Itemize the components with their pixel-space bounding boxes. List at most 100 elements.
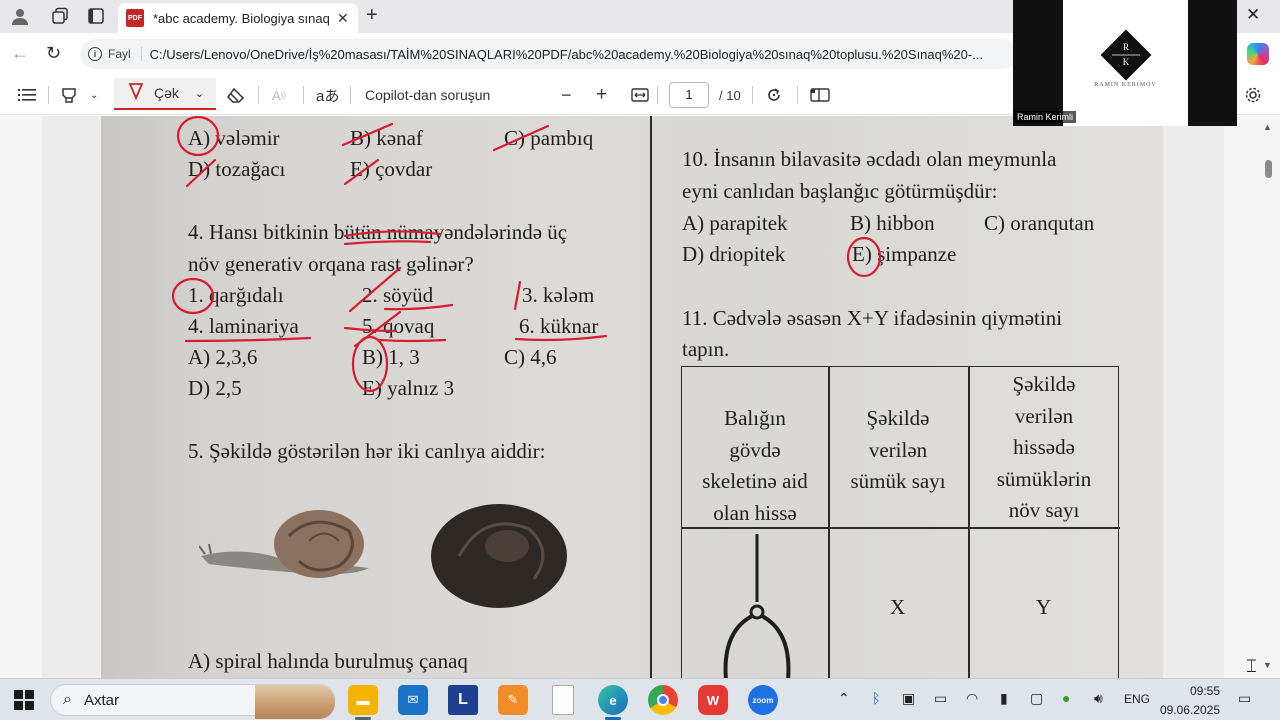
battery-icon[interactable]: ▭ [934, 690, 947, 707]
microphone-icon[interactable]: ▮ [1000, 690, 1008, 707]
text-cursor-icon: ⌶ [1246, 656, 1257, 676]
input-language[interactable]: ENG [1124, 692, 1150, 706]
bluetooth-icon[interactable]: ᛒ [872, 690, 880, 706]
table-value-y: Y [1036, 595, 1052, 619]
refresh-icon[interactable]: ↻ [46, 43, 61, 64]
scroll-thumb[interactable] [1265, 160, 1272, 178]
translate-icon[interactable]: aあ [316, 84, 339, 106]
logo-caption: RAMIN KERIMOV [1094, 82, 1157, 88]
tab-title: *abc academy. Biologiya sınaq top [153, 10, 331, 26]
draw-chevron-down-icon[interactable]: ⌄ [195, 87, 204, 100]
webcam-overlay: R K RAMIN KERIMOV Ramin Kerimli [1013, 0, 1237, 126]
draw-button[interactable]: Çək ⌄ [114, 78, 216, 110]
page-view-icon[interactable] [810, 84, 830, 106]
toolbar-divider [258, 86, 259, 104]
copilot-icon[interactable] [1247, 43, 1269, 65]
column-divider [650, 116, 652, 678]
paint-app-icon[interactable]: ✎ [498, 685, 528, 715]
rotate-icon[interactable] [765, 84, 783, 106]
webcam-name-label: Ramin Kerimli [1014, 111, 1077, 123]
volume-icon[interactable]: 🔊︎ [1094, 690, 1103, 707]
fit-to-width-icon[interactable] [631, 84, 649, 106]
q3-option-a: A) vələmir [188, 126, 280, 150]
q10-option-b: B) hibbon [850, 211, 935, 235]
scroll-down-icon[interactable]: ▼ [1263, 660, 1272, 670]
page-number-input[interactable]: 1 [669, 82, 709, 108]
scrollbar[interactable] [1259, 116, 1280, 678]
q10-stem-line1: 10. İnsanın bilavasitə əcdadı olan meymu… [682, 147, 1057, 171]
document-icon[interactable] [552, 685, 574, 715]
mail-icon[interactable]: ✉ [398, 685, 428, 715]
fish-bone-image [723, 534, 791, 678]
chrome-icon[interactable] [648, 685, 678, 715]
workspaces-icon[interactable] [47, 4, 73, 28]
pdf-page: A) vələmir B) kənaf C) pambıq D) tozağac… [42, 116, 1224, 678]
search-icon: ⌕ [63, 691, 72, 708]
copilot-ask-button[interactable]: Copilot-dan soruşun [365, 84, 490, 106]
snail-image [199, 510, 369, 578]
pen-icon [128, 82, 144, 105]
q3-option-c: C) pambıq [504, 126, 594, 150]
highlight-icon[interactable] [60, 84, 80, 106]
table-header-body-part: Balığın gövdə skeletinə aid olan hissə [702, 406, 808, 525]
settings-gear-icon[interactable] [1244, 84, 1262, 106]
clock-time[interactable]: 09:55 [1160, 684, 1220, 698]
q5-stem: 5. Şəkildə göstərilən hər iki canlıya ai… [188, 439, 546, 463]
chevron-up-icon[interactable]: ⌃ [838, 690, 850, 707]
toolbar-divider [350, 86, 351, 104]
q11-stem-line1: 11. Cədvələ əsasən X+Y ifadəsinin qiymət… [682, 306, 1063, 330]
new-tab-icon[interactable]: + [366, 4, 378, 27]
eraser-icon[interactable] [226, 84, 246, 106]
pdf-viewer[interactable]: A) vələmir B) kənaf C) pambıq D) tozağac… [0, 116, 1280, 678]
q4-option-d: D) 2,5 [188, 376, 242, 400]
answer-table: Balığın gövdə skeletinə aid olan hissə Ş… [681, 366, 1120, 678]
wps-office-icon[interactable]: W [698, 685, 728, 715]
screen-capture-icon[interactable]: ▢ [1030, 690, 1043, 707]
q10-option-c: C) oranqutan [984, 211, 1095, 235]
draw-label: Çək [154, 85, 179, 101]
q5-option-a: A) spiral halında burulmuş çanaq [188, 649, 468, 673]
profile-icon[interactable] [7, 4, 33, 28]
taskbar: ⌕ Axtar ▬ ✉ L ✎ e W zoom ⌃ ᛒ ▣ ▭ ◠ ▮ ▢ ●… [0, 678, 1280, 720]
mollusk-shell-image [431, 504, 567, 608]
tab-active[interactable]: PDF *abc academy. Biologiya sınaq top ✕ [118, 3, 358, 33]
l-app-icon[interactable]: L [448, 685, 478, 715]
notifications-icon[interactable]: ▭ [1238, 690, 1251, 707]
q10-stem-line2: eyni canlıdan başlanğıc götürmüşdür: [682, 179, 998, 203]
security-icon[interactable]: ● [1062, 690, 1070, 706]
file-explorer-icon[interactable]: ▬ [348, 685, 378, 715]
q3-option-d: D) tozağacı [188, 157, 286, 181]
windows-start-icon[interactable] [14, 690, 34, 710]
highlight-chevron-down-icon[interactable]: ⌄ [90, 84, 98, 106]
q4-item-2: 2. söyüd [362, 283, 434, 307]
q10-option-d: D) driopitek [682, 242, 786, 266]
q3-option-e: E) çovdar [350, 157, 433, 181]
back-icon[interactable]: ← [11, 43, 29, 64]
q4-option-b: B) 1, 3 [362, 345, 420, 369]
clock-date[interactable]: 09.06.2025 [1150, 703, 1220, 717]
rk-logo: R K [1100, 29, 1152, 81]
meet-now-icon[interactable]: ▣ [902, 690, 915, 707]
q3-option-b: B) kənaf [350, 126, 423, 150]
zoom-icon[interactable]: zoom [748, 685, 778, 715]
q10-option-a: A) parapitek [682, 211, 788, 235]
toolbar-divider [48, 86, 49, 104]
q4-item-6: 6. küknar [519, 314, 599, 338]
q4-stem-line1: 4. Hansı bitkinin bütün nümayəndələrində… [188, 220, 568, 244]
zoom-out-icon[interactable]: − [561, 84, 572, 106]
edge-browser-icon[interactable]: e [598, 685, 628, 715]
file-info-chip[interactable]: i Fayl [88, 47, 142, 61]
url-field[interactable]: i Fayl C:/Users/Lenovo/OneDrive/İş%20mas… [80, 39, 1018, 69]
logo-panel: R K RAMIN KERIMOV [1063, 0, 1188, 126]
url-text: C:/Users/Lenovo/OneDrive/İş%20masası/TAİ… [149, 46, 984, 62]
q4-item-5: 5. qovaq [362, 314, 435, 338]
window-close-icon[interactable]: ✕ [1246, 5, 1260, 25]
toolbar-divider [303, 86, 304, 104]
wifi-icon[interactable]: ◠ [966, 690, 978, 707]
close-tab-icon[interactable]: ✕ [337, 10, 349, 27]
contents-icon[interactable] [18, 84, 36, 106]
scroll-up-icon[interactable]: ▲ [1263, 122, 1272, 132]
table-value-x: X [890, 595, 906, 619]
tab-actions-icon[interactable] [83, 4, 109, 28]
zoom-in-icon[interactable]: + [596, 84, 607, 106]
